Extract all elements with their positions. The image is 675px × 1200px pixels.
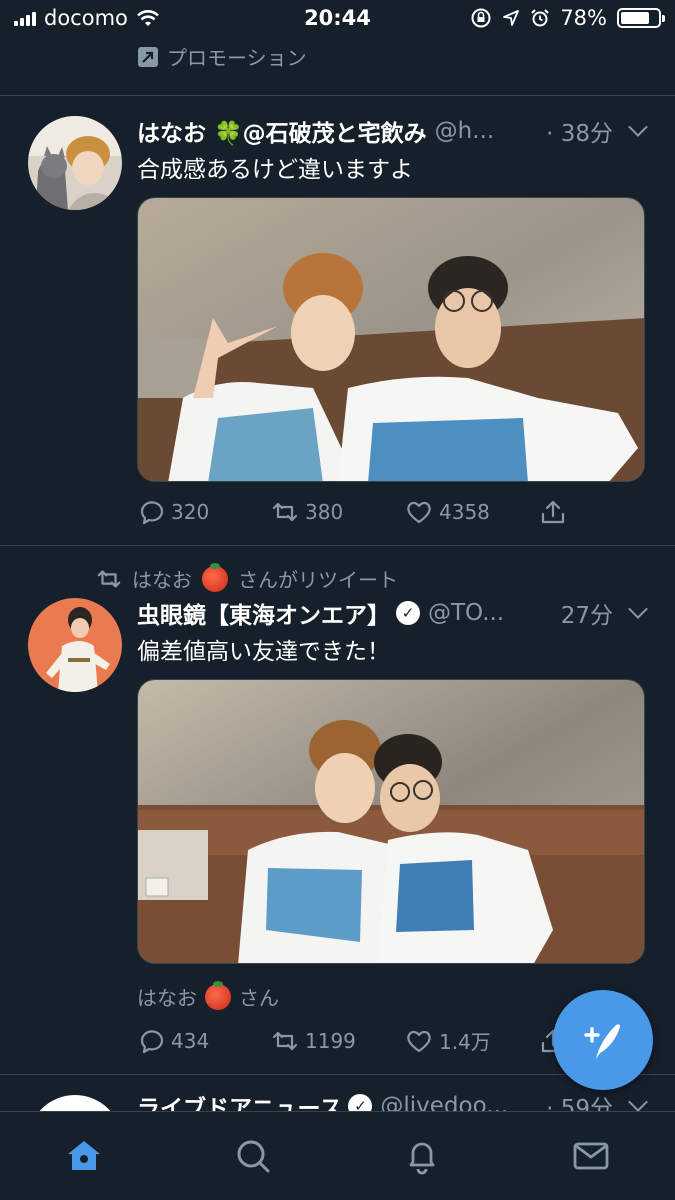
tweet-photo[interactable]	[137, 197, 645, 482]
display-name[interactable]: はなお 🍀@石破茂と宅飲み	[137, 114, 427, 148]
retweeter-name: はなお	[132, 568, 192, 592]
liked-suffix: さん	[239, 986, 279, 1010]
user-handle[interactable]: @h...	[435, 118, 540, 144]
status-bar: docomo 20:44 78%	[0, 0, 675, 38]
liked-by-row[interactable]: はなお さん	[137, 980, 279, 1011]
retweet-icon	[97, 569, 121, 588]
reply-button[interactable]: 434	[137, 1027, 271, 1055]
reply-count: 434	[171, 1028, 210, 1053]
alarm-icon	[531, 9, 550, 27]
tweet[interactable]: はなお さんがリツイート 虫眼鏡【東海オンエア】 ✓ @TO... 27分 偏差…	[0, 546, 675, 1073]
tab-home[interactable]	[0, 1112, 169, 1200]
liker-name: はなお	[137, 986, 197, 1010]
verified-badge-icon: ✓	[348, 1094, 373, 1111]
tweet-text: 合成感あるけど違いますよ	[137, 157, 413, 183]
tweet-time[interactable]: 27分	[561, 596, 613, 630]
tweet-header: はなお 🍀@石破茂と宅飲み @h... · 38分	[137, 114, 648, 148]
home-icon	[68, 1141, 101, 1170]
user-handle[interactable]: @livedoo...	[380, 1093, 540, 1111]
avatar[interactable]	[28, 116, 122, 210]
chevron-down-icon[interactable]	[628, 117, 648, 137]
tweet-actions: 434 1199 1.4万	[137, 1026, 577, 1055]
like-icon	[407, 501, 431, 524]
share-button[interactable]	[539, 498, 567, 526]
verified-badge-icon: ✓	[396, 601, 420, 625]
notifications-icon	[409, 1142, 435, 1175]
battery-percent: 78%	[560, 6, 607, 30]
avatar[interactable]	[28, 598, 122, 692]
retweet-context[interactable]: はなお さんがリツイート	[96, 562, 398, 593]
display-name[interactable]: ライブドアニュース	[137, 1089, 342, 1111]
retweet-button[interactable]: 380	[271, 498, 405, 526]
search-icon	[237, 1140, 270, 1173]
compose-icon	[584, 1024, 620, 1059]
compose-tweet-button[interactable]	[553, 990, 653, 1090]
chevron-down-icon[interactable]	[628, 599, 648, 619]
tweet-text: 偏差値高い友達できた！	[137, 639, 390, 665]
tweet-time[interactable]: · 38分	[546, 114, 613, 148]
avatar[interactable]	[28, 1095, 122, 1111]
retweet-icon	[272, 502, 298, 522]
like-count: 4358	[439, 500, 490, 524]
messages-icon	[573, 1142, 609, 1170]
promotion-label: プロモーション	[167, 46, 307, 70]
like-button[interactable]: 1.4万	[405, 1026, 539, 1055]
tab-notifications[interactable]	[338, 1112, 507, 1200]
user-handle[interactable]: @TO...	[428, 600, 555, 626]
reply-count: 320	[171, 500, 210, 524]
battery-icon	[617, 8, 665, 28]
retweet-suffix: さんがリツイート	[238, 568, 398, 592]
promotion-row[interactable]: プロモーション	[137, 42, 307, 71]
tweet-time[interactable]: · 59分	[546, 1089, 613, 1111]
location-icon	[503, 10, 520, 26]
chevron-down-icon[interactable]	[628, 1092, 648, 1111]
tweet[interactable]: はなお 🍀@石破茂と宅飲み @h... · 38分 合成感あるけど違いますよ 3…	[0, 96, 675, 544]
tomato-emoji	[202, 562, 228, 592]
retweet-icon	[272, 1031, 298, 1050]
tab-messages[interactable]	[506, 1112, 675, 1200]
tweet-header: ライブドアニュース ✓ @livedoo... · 59分	[137, 1089, 648, 1111]
retweet-count: 1199	[305, 1028, 356, 1053]
retweet-button[interactable]: 1199	[271, 1027, 405, 1055]
promoted-icon	[138, 46, 158, 67]
reply-icon	[140, 501, 164, 525]
display-name[interactable]: 虫眼鏡【東海オンエア】	[137, 596, 390, 630]
status-right: 78%	[470, 6, 665, 30]
reply-button[interactable]: 320	[137, 498, 271, 526]
share-icon	[541, 500, 565, 524]
like-count: 1.4万	[439, 1030, 491, 1054]
lock-rotation-icon	[471, 8, 491, 28]
like-button[interactable]: 4358	[405, 498, 539, 526]
retweet-count: 380	[305, 500, 344, 524]
reply-icon	[140, 1029, 164, 1053]
battery-fill	[621, 12, 649, 24]
tweet-photo[interactable]	[137, 679, 645, 964]
tweet-actions: 320 380 4358	[137, 498, 577, 526]
tweet-header: 虫眼鏡【東海オンエア】 ✓ @TO... 27分	[137, 596, 648, 630]
bottom-tab-bar	[0, 1111, 675, 1200]
tab-search[interactable]	[169, 1112, 338, 1200]
like-icon	[407, 1030, 431, 1052]
tomato-emoji	[205, 980, 231, 1010]
